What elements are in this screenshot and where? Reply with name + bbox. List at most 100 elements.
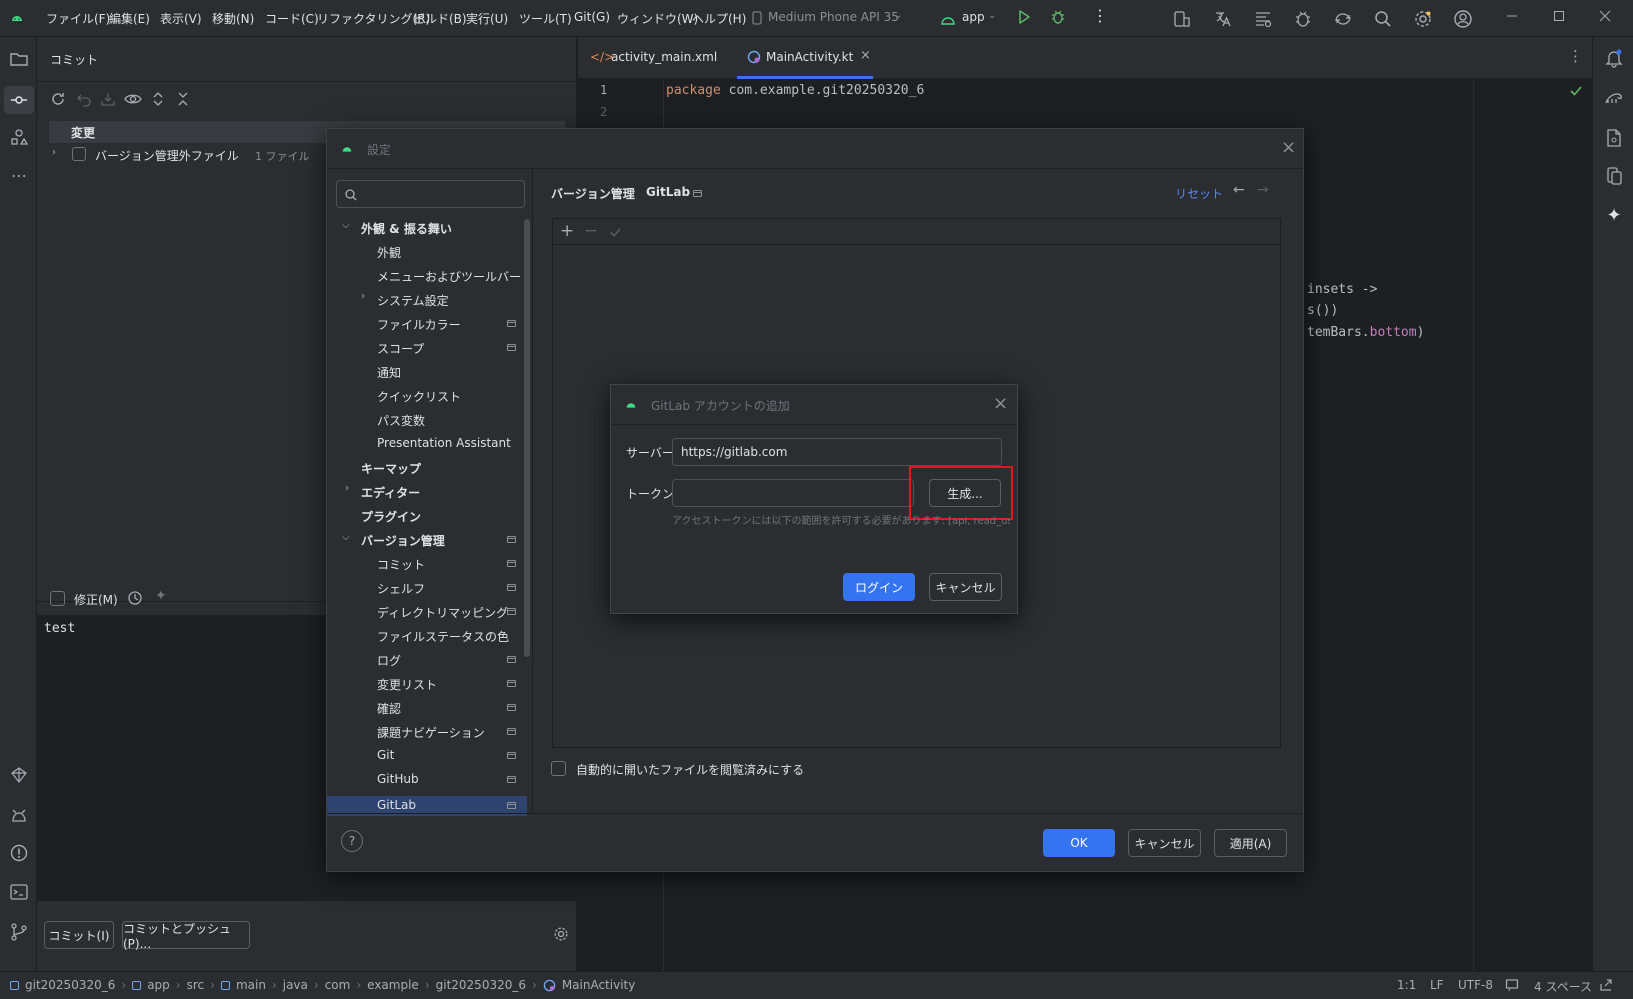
menu-run[interactable]: 実行(U) bbox=[466, 10, 508, 27]
tree-vcs-file-status-colors[interactable]: ファイルステータスの色 bbox=[377, 628, 509, 645]
tree-presentation-assistant[interactable]: Presentation Assistant bbox=[377, 436, 511, 450]
terminal-icon[interactable] bbox=[8, 881, 30, 903]
breadcrumb-item[interactable]: src bbox=[187, 978, 205, 992]
expanded-chevron-icon[interactable]: ⌵ bbox=[342, 532, 350, 543]
history-clock-icon[interactable] bbox=[126, 589, 144, 607]
tree-vcs-directory-mapping[interactable]: ディレクトリマッピング bbox=[377, 604, 508, 621]
tab-activity-main-xml[interactable]: activity_main.xml bbox=[611, 50, 717, 64]
tab-mainactivity-kt[interactable]: MainActivity.kt bbox=[766, 50, 853, 64]
tree-editor[interactable]: エディター bbox=[361, 484, 420, 501]
gemini-icon[interactable] bbox=[8, 764, 30, 786]
tree-quick-lists[interactable]: クイックリスト bbox=[377, 388, 461, 405]
translate-icon[interactable] bbox=[1213, 9, 1233, 29]
tree-vcs-commit[interactable]: コミット bbox=[377, 556, 425, 573]
commit-and-push-button[interactable]: コミットとプッシュ(P)... bbox=[122, 921, 250, 951]
notifications-bell-icon[interactable] bbox=[1603, 47, 1625, 69]
share-icon[interactable] bbox=[1598, 977, 1614, 993]
breadcrumb-item[interactable]: java bbox=[283, 978, 308, 992]
reset-link[interactable]: リセット bbox=[1175, 185, 1223, 202]
file-encoding[interactable]: UTF-8 bbox=[1458, 978, 1493, 992]
unversioned-files-label[interactable]: バージョン管理外ファイル bbox=[95, 147, 239, 164]
ai-sparkle-icon[interactable]: ✦ bbox=[155, 588, 167, 604]
gemini-sparkle-icon[interactable]: ✦ bbox=[1603, 204, 1625, 226]
breadcrumb-item[interactable]: git20250320_6 bbox=[436, 978, 526, 992]
tree-menus-toolbars[interactable]: メニューおよびツールバー bbox=[377, 268, 521, 285]
menu-window[interactable]: ウィンドウ(W) bbox=[617, 10, 698, 27]
tree-vcs-shelf[interactable]: シェルフ bbox=[377, 580, 425, 597]
run-config-chevron-icon[interactable]: ⌄ bbox=[988, 10, 996, 21]
breadcrumb-item[interactable]: main bbox=[236, 978, 266, 992]
auto-mark-label[interactable]: 自動的に開いたファイルを閲覧済みにする bbox=[576, 761, 804, 778]
close-window-icon[interactable] bbox=[1598, 9, 1618, 29]
back-arrow-icon[interactable]: ← bbox=[1233, 182, 1245, 198]
code-line-1[interactable]: package com.example.git20250320_6 bbox=[666, 83, 924, 98]
device-selector[interactable]: Medium Phone API 35 bbox=[768, 10, 899, 24]
run-config-selector[interactable]: app bbox=[962, 10, 985, 24]
rollback-icon[interactable] bbox=[75, 90, 93, 108]
more-tools-icon[interactable]: ⋯ bbox=[8, 164, 30, 186]
minimize-icon[interactable] bbox=[1505, 9, 1525, 29]
gitlab-cancel-button[interactable]: キャンセル bbox=[929, 573, 1002, 601]
maximize-icon[interactable] bbox=[1552, 9, 1572, 29]
amend-label[interactable]: 修正(M) bbox=[74, 591, 118, 608]
tree-notifications[interactable]: 通知 bbox=[377, 364, 401, 381]
chevron-down-icon[interactable]: ⌄ bbox=[894, 10, 902, 21]
eye-icon[interactable] bbox=[123, 90, 143, 108]
set-default-check-icon[interactable] bbox=[608, 225, 622, 239]
auto-mark-checkbox[interactable] bbox=[551, 761, 566, 776]
caret-position[interactable]: 1:1 bbox=[1397, 978, 1416, 992]
sync-gradle-icon[interactable] bbox=[1333, 9, 1353, 29]
account-icon[interactable] bbox=[1453, 9, 1473, 29]
tree-file-colors[interactable]: ファイルカラー bbox=[377, 316, 461, 333]
token-input[interactable] bbox=[672, 479, 914, 507]
device-manager-icon[interactable] bbox=[1172, 9, 1192, 29]
expand-chevron-icon[interactable]: › bbox=[52, 147, 56, 158]
help-icon[interactable]: ? bbox=[341, 830, 363, 852]
app-inspection-icon[interactable] bbox=[1293, 9, 1313, 29]
more-actions-icon[interactable]: ⋮ bbox=[1092, 6, 1108, 25]
breadcrumb-item[interactable]: example bbox=[367, 978, 419, 992]
breadcrumb-item[interactable]: com bbox=[325, 978, 351, 992]
tree-plugins[interactable]: プラグイン bbox=[361, 508, 421, 525]
device-file-explorer-icon[interactable] bbox=[1603, 127, 1625, 149]
editor-more-icon[interactable]: ⋮ bbox=[1568, 47, 1583, 65]
resource-manager-icon[interactable] bbox=[8, 126, 30, 148]
collapse-all-icon[interactable] bbox=[175, 90, 191, 108]
commit-options-gear-icon[interactable] bbox=[552, 925, 570, 943]
commit-message-text[interactable]: test bbox=[44, 621, 75, 636]
gitlab-dialog-close-icon[interactable]: × bbox=[993, 393, 1008, 414]
menu-code[interactable]: コード(C) bbox=[265, 10, 319, 27]
breadcrumb-item[interactable]: app bbox=[147, 978, 170, 992]
unversioned-checkbox[interactable] bbox=[72, 147, 86, 161]
problems-icon[interactable] bbox=[8, 842, 30, 864]
tree-scrollbar[interactable] bbox=[524, 219, 530, 657]
settings-apply-button[interactable]: 適用(A) bbox=[1214, 829, 1287, 857]
settings-cancel-button[interactable]: キャンセル bbox=[1128, 829, 1201, 857]
settings-search-input[interactable] bbox=[336, 180, 525, 208]
settings-close-icon[interactable]: × bbox=[1281, 137, 1296, 158]
tree-vcs-log[interactable]: ログ bbox=[377, 652, 401, 669]
running-devices-icon[interactable] bbox=[1603, 165, 1625, 187]
tree-vcs-github[interactable]: GitHub bbox=[377, 772, 419, 786]
expand-all-icon[interactable] bbox=[150, 90, 166, 108]
settings-gear-icon[interactable] bbox=[1413, 9, 1433, 29]
collapsed-chevron-icon[interactable]: › bbox=[361, 291, 365, 302]
tree-system-settings[interactable]: システム設定 bbox=[377, 292, 449, 309]
menu-edit[interactable]: 編集(E) bbox=[109, 10, 150, 27]
tree-keymap[interactable]: キーマップ bbox=[361, 460, 421, 477]
menu-git[interactable]: Git(G) bbox=[574, 10, 610, 24]
amend-checkbox[interactable] bbox=[50, 591, 65, 606]
menu-tools[interactable]: ツール(T) bbox=[519, 10, 572, 27]
run-icon[interactable] bbox=[1016, 9, 1036, 29]
expanded-chevron-icon[interactable]: ⌵ bbox=[342, 220, 350, 231]
commit-tool-icon[interactable] bbox=[4, 86, 34, 114]
commit-button[interactable]: コミット(I) bbox=[44, 921, 114, 949]
git-branch-icon[interactable] bbox=[8, 921, 30, 943]
tree-path-variables[interactable]: パス変数 bbox=[377, 412, 425, 429]
inspection-ok-check-icon[interactable] bbox=[1568, 83, 1584, 99]
logcat-icon[interactable] bbox=[8, 804, 30, 826]
tree-vcs-gitlab[interactable]: GitLab bbox=[377, 798, 416, 812]
server-input[interactable]: https://gitlab.com bbox=[672, 438, 1002, 466]
debug-icon[interactable] bbox=[1050, 9, 1070, 29]
tree-vcs-confirmation[interactable]: 確認 bbox=[377, 700, 401, 717]
